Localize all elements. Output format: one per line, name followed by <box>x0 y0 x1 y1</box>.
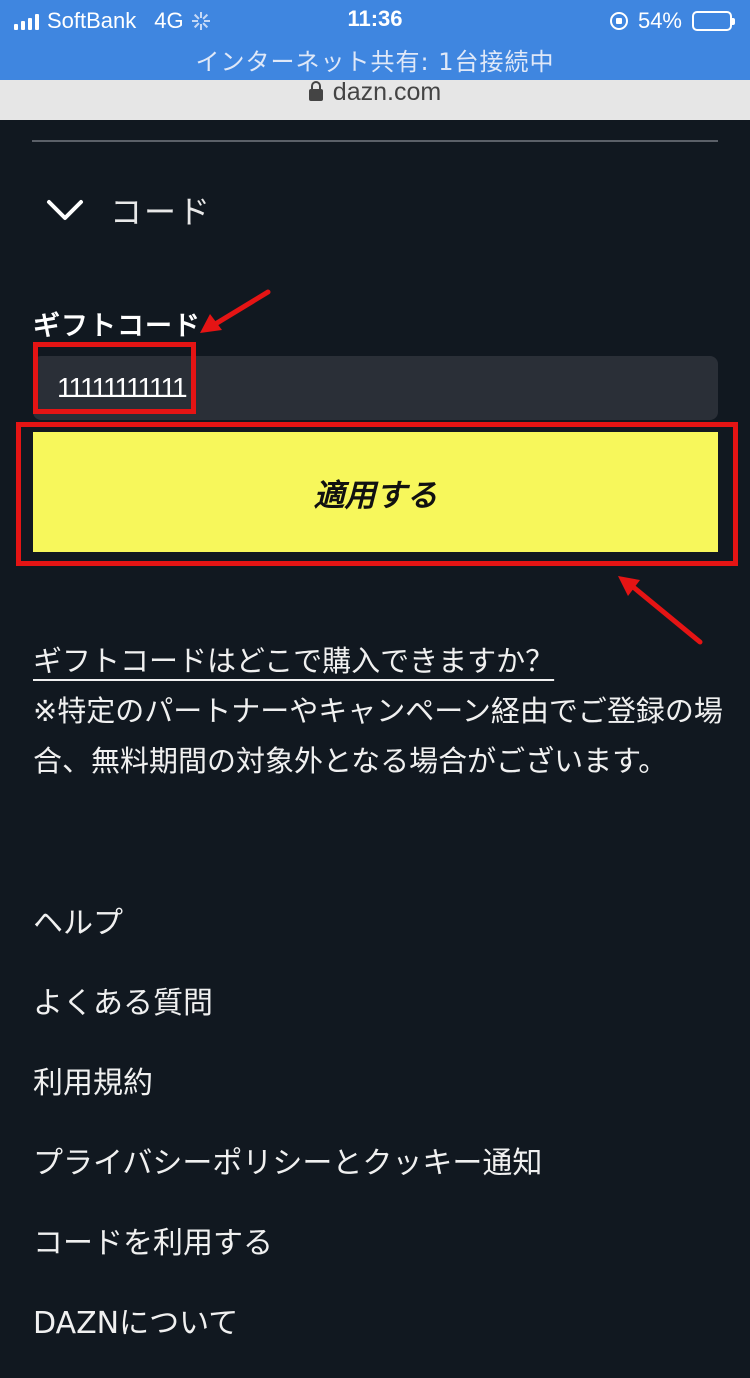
code-section-label: コード <box>110 193 213 231</box>
status-bar: SoftBank 4G 11:36 54% インターネット共有: 1台接続中 <box>0 0 750 80</box>
code-section-toggle[interactable]: コード <box>46 186 212 234</box>
section-divider <box>32 140 718 142</box>
footer-links: ヘルプ よくある質問 利用規約 プライバシーポリシーとクッキー通知 コードを利用… <box>33 898 542 1378</box>
address-bar[interactable]: dazn.com <box>0 80 750 120</box>
campaign-note: ※特定のパートナーやキャンペーン経由でご登録の場合、無料期間の対象外となる場合が… <box>33 694 723 778</box>
status-right-group: 54% <box>609 6 735 36</box>
chevron-down-icon <box>47 200 83 220</box>
gift-code-input[interactable] <box>33 356 718 420</box>
annotation-arrow-button <box>618 576 703 645</box>
gift-code-purchase-link[interactable]: ギフトコードはどこで購入できますか？ <box>33 638 554 680</box>
footer-link-terms[interactable]: 利用規約 <box>33 1058 542 1138</box>
url-display[interactable]: dazn.com <box>0 80 750 107</box>
rotation-lock-icon <box>609 12 628 30</box>
footer-link-about[interactable]: DAZNについて <box>33 1298 542 1378</box>
apply-button[interactable]: 適用する <box>33 432 718 552</box>
gift-code-label: ギフトコード <box>33 311 201 342</box>
footer-link-faq[interactable]: よくある質問 <box>33 978 542 1058</box>
battery-percent: 54% <box>637 8 682 33</box>
battery-icon <box>692 11 735 31</box>
url-text: dazn.com <box>332 80 442 106</box>
footer-link-privacy[interactable]: プライバシーポリシーとクッキー通知 <box>33 1138 542 1218</box>
footer-link-redeem-code[interactable]: コードを利用する <box>33 1218 542 1298</box>
annotation-arrow-label <box>200 289 271 333</box>
footer-link-help[interactable]: ヘルプ <box>33 898 542 978</box>
tethering-banner[interactable]: インターネット共有: 1台接続中 <box>0 42 750 77</box>
lock-icon <box>308 81 323 101</box>
